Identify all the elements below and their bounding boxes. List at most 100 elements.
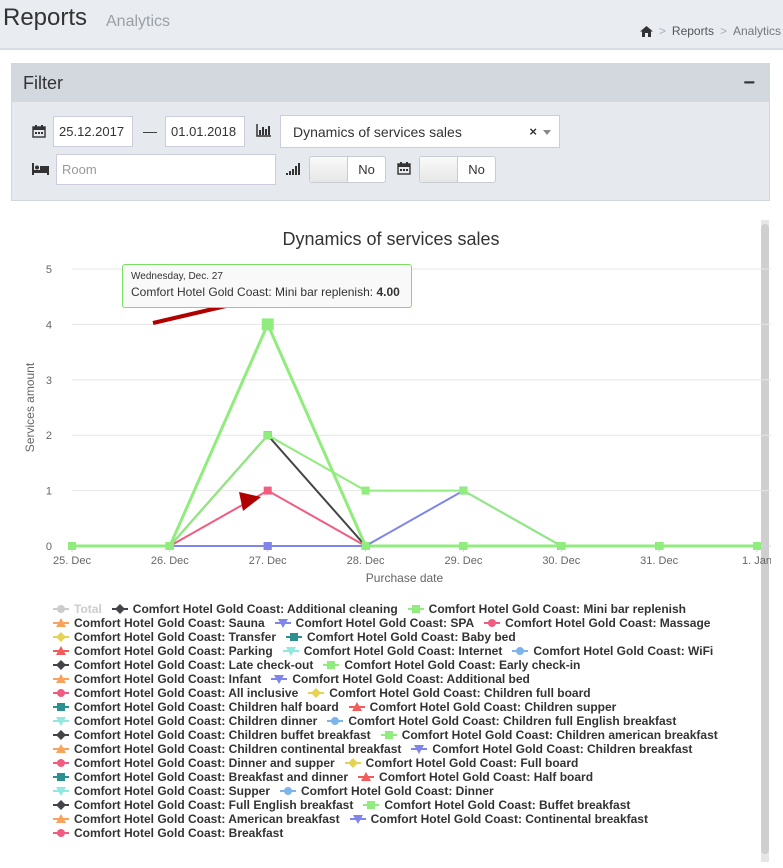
legend-item[interactable]: Comfort Hotel Gold Coast: Dinner and sup… xyxy=(53,756,335,770)
y-axis-title: Services amount xyxy=(23,362,37,452)
legend-label: Comfort Hotel Gold Coast: Children half … xyxy=(74,700,339,714)
clear-icon[interactable]: × xyxy=(529,124,537,139)
legend-item[interactable]: Total xyxy=(53,602,102,616)
legend-item[interactable]: Comfort Hotel Gold Coast: Infant xyxy=(53,672,261,686)
home-icon[interactable] xyxy=(639,25,653,37)
legend-item[interactable]: Comfort Hotel Gold Coast: Children full … xyxy=(308,686,591,700)
date-range-dash: — xyxy=(143,123,157,139)
legend-item[interactable]: Comfort Hotel Gold Coast: Children break… xyxy=(411,742,692,756)
legend-marker xyxy=(53,829,69,837)
legend-marker xyxy=(53,632,69,642)
room-input[interactable]: Room xyxy=(56,154,276,185)
collapse-button[interactable]: − xyxy=(743,72,755,95)
filter-header: Filter − xyxy=(12,64,769,102)
data-point xyxy=(263,486,272,495)
legend-item[interactable]: Comfort Hotel Gold Coast: Continental br… xyxy=(349,812,648,826)
legend-marker xyxy=(111,604,128,614)
legend-item[interactable]: Comfort Hotel Gold Coast: Early check-in xyxy=(323,658,580,672)
date-from-input[interactable]: 25.12.2017 xyxy=(53,116,133,147)
legend-label: Comfort Hotel Gold Coast: WiFi xyxy=(533,644,714,658)
legend-item[interactable]: Comfort Hotel Gold Coast: Children dinne… xyxy=(53,714,317,728)
legend-item[interactable]: Comfort Hotel Gold Coast: Full board xyxy=(344,756,579,770)
x-tick-label: 27. Dec xyxy=(249,555,287,567)
legend-item[interactable]: Comfort Hotel Gold Coast: Sauna xyxy=(53,616,265,630)
legend-item[interactable]: Comfort Hotel Gold Coast: American break… xyxy=(53,812,340,826)
legend-marker xyxy=(53,689,69,697)
legend-row: Comfort Hotel Gold Coast: Children half … xyxy=(53,700,753,714)
legend-item[interactable]: Comfort Hotel Gold Coast: Baby bed xyxy=(286,630,516,644)
legend-item[interactable]: Comfort Hotel Gold Coast: Children conti… xyxy=(53,742,401,756)
legend-marker xyxy=(280,787,296,795)
legend-item[interactable]: Comfort Hotel Gold Coast: Buffet breakfa… xyxy=(363,798,630,812)
legend-item[interactable]: Comfort Hotel Gold Coast: Children half … xyxy=(53,700,339,714)
legend-item[interactable]: Comfort Hotel Gold Coast: WiFi xyxy=(512,644,713,658)
breadcrumb-reports[interactable]: Reports xyxy=(672,24,714,38)
legend-marker xyxy=(358,772,375,781)
legend-marker xyxy=(53,759,69,767)
legend-marker xyxy=(53,800,69,810)
legend-label: Comfort Hotel Gold Coast: Children break… xyxy=(432,742,693,756)
legend-label: Comfort Hotel Gold Coast: Full board xyxy=(365,756,579,770)
chart-tooltip: Wednesday, Dec. 27 Comfort Hotel Gold Co… xyxy=(122,264,412,308)
data-point xyxy=(557,542,566,550)
legend-item[interactable]: Comfort Hotel Gold Coast: Additional bed xyxy=(271,672,530,686)
legend-item[interactable]: Comfort Hotel Gold Coast: Massage xyxy=(484,616,710,630)
legend-item[interactable]: Comfort Hotel Gold Coast: Additional cle… xyxy=(111,602,398,616)
legend-row: Comfort Hotel Gold Coast: Supper Comfort … xyxy=(53,784,753,798)
legend-marker xyxy=(349,815,366,824)
data-point xyxy=(165,542,174,550)
main-content: Filter − 25.12.2017 — 01.01.2018 Dynamic… xyxy=(0,48,783,868)
chevron-down-icon[interactable] xyxy=(543,130,551,135)
legend-label: Comfort Hotel Gold Coast: Supper xyxy=(74,784,270,798)
legend-item[interactable]: Comfort Hotel Gold Coast: Breakfast and … xyxy=(53,770,348,784)
legend-marker xyxy=(411,745,428,754)
legend-label: Comfort Hotel Gold Coast: SPA xyxy=(295,616,475,630)
data-point xyxy=(261,318,274,331)
legend-item[interactable]: Comfort Hotel Gold Coast: SPA xyxy=(274,616,475,630)
toggle-label: No xyxy=(358,162,375,177)
legend-label: Comfort Hotel Gold Coast: Sauna xyxy=(74,616,265,630)
x-axis-title: Purchase date xyxy=(366,571,444,585)
legend-item[interactable]: Comfort Hotel Gold Coast: Internet xyxy=(282,644,503,658)
legend-row: Comfort Hotel Gold Coast: Breakfast xyxy=(53,826,753,840)
report-type-select[interactable]: Dynamics of services sales × xyxy=(280,115,560,148)
legend-item[interactable]: Comfort Hotel Gold Coast: Breakfast xyxy=(53,826,283,840)
page-header: Reports Analytics > Reports > Analytics xyxy=(0,0,783,48)
chart-container: Dynamics of services sales 0 1 2 3 4 5 25. Dec… xyxy=(11,224,771,864)
legend-item[interactable]: Comfort Hotel Gold Coast: Half board xyxy=(358,770,593,784)
legend-marker xyxy=(271,675,288,684)
legend-item[interactable]: Comfort Hotel Gold Coast: Dinner xyxy=(280,784,494,798)
legend-item[interactable]: Comfort Hotel Gold Coast: Late check-out xyxy=(53,658,313,672)
legend-item[interactable]: Comfort Hotel Gold Coast: Children buffe… xyxy=(53,728,371,742)
legend-item[interactable]: Comfort Hotel Gold Coast: Children ameri… xyxy=(380,728,718,742)
legend-row: Total Comfort Hotel Gold Coast: Additiona… xyxy=(53,602,753,616)
legend-item[interactable]: Comfort Hotel Gold Coast: Children suppe… xyxy=(348,700,616,714)
legend-label: Comfort Hotel Gold Coast: Additional bed xyxy=(292,672,530,686)
legend-item[interactable]: Comfort Hotel Gold Coast: Transfer xyxy=(53,630,276,644)
legend-item[interactable]: Comfort Hotel Gold Coast: Children full … xyxy=(327,714,676,728)
toggle-switch-1[interactable]: No xyxy=(309,156,386,183)
x-tick-label: 1. Jan xyxy=(742,555,771,567)
date-to-input[interactable]: 01.01.2018 xyxy=(165,116,245,147)
legend-item[interactable]: Comfort Hotel Gold Coast: Parking xyxy=(53,644,273,658)
legend-row: Comfort Hotel Gold Coast: Sauna Comfort H… xyxy=(53,616,753,630)
toggle-switch-2[interactable]: No xyxy=(419,156,496,183)
legend-marker xyxy=(53,717,69,726)
legend-label: Comfort Hotel Gold Coast: Children ameri… xyxy=(401,728,718,742)
legend-label: Comfort Hotel Gold Coast: Internet xyxy=(303,644,503,658)
y-tick-label: 2 xyxy=(46,430,52,442)
legend-label: Comfort Hotel Gold Coast: Additional cle… xyxy=(132,602,398,616)
x-tick-label: 26. Dec xyxy=(151,555,189,567)
legend-item[interactable]: Comfort Hotel Gold Coast: Supper xyxy=(53,784,270,798)
legend-item[interactable]: Comfort Hotel Gold Coast: Mini bar reple… xyxy=(407,602,686,616)
annotation-arrow-head xyxy=(239,492,261,511)
breadcrumb-separator: > xyxy=(658,24,666,38)
legend-item[interactable]: Comfort Hotel Gold Coast: All inclusive xyxy=(53,686,298,700)
legend-label: Comfort Hotel Gold Coast: Transfer xyxy=(74,630,277,644)
legend-item[interactable]: Comfort Hotel Gold Coast: Full English b… xyxy=(53,798,353,812)
legend-marker xyxy=(484,619,501,627)
legend-label: Comfort Hotel Gold Coast: Breakfast and … xyxy=(74,770,349,784)
page-title: Reports xyxy=(3,4,88,31)
legend-label: Comfort Hotel Gold Coast: Children buffe… xyxy=(74,728,371,742)
legend-label: Comfort Hotel Gold Coast: Children full … xyxy=(348,714,677,728)
